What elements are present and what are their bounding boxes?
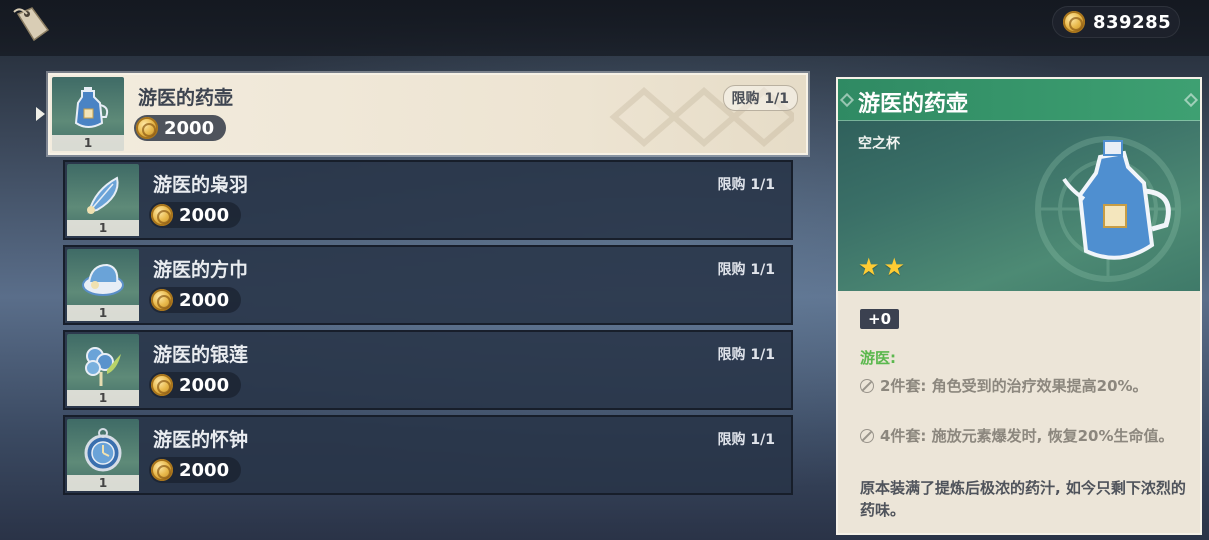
- pot-icon: [1062, 140, 1171, 260]
- mora-coin-icon: [151, 204, 173, 226]
- mora-coin-icon: [151, 374, 173, 396]
- artifact-slot: 空之杯: [858, 136, 900, 152]
- level-badge: +0: [860, 309, 900, 329]
- shop-item-flower[interactable]: 1 游医的银莲 2000 限购 1/1: [63, 330, 793, 410]
- item-price: 2000: [134, 115, 227, 141]
- top-bar: 839285: [0, 0, 1209, 56]
- purchase-limit-badge: 限购 1/1: [722, 85, 798, 111]
- item-name: 游医的银莲: [153, 344, 249, 366]
- pocket-watch-icon: [84, 428, 122, 472]
- shop-item-pot[interactable]: 1 游医的药壶 2000 限购 1/1: [48, 73, 808, 155]
- item-count: 1: [67, 305, 139, 321]
- shop-item-pocket-watch[interactable]: 1 游医的怀钟 2000 限购 1/1: [63, 415, 793, 495]
- mora-amount: 839285: [1093, 11, 1172, 33]
- pot-icon: [74, 87, 109, 128]
- shop-item-feather[interactable]: 1 游医的枭羽 2000 限购 1/1: [63, 160, 793, 240]
- shop-item-hat[interactable]: 1 游医的方巾 2000 限购 1/1: [63, 245, 793, 325]
- price-value: 2000: [179, 459, 230, 481]
- item-body: 游医的银莲 2000 限购 1/1: [139, 332, 791, 408]
- item-thumbnail: 1: [67, 164, 139, 236]
- item-detail-panel: 游医的药壶 空之杯 ★ ★ +0 游医: 2件套: 角色受到的治疗效果提高20%…: [836, 77, 1202, 535]
- detail-header: 游医的药壶 空之杯 ★ ★: [838, 79, 1200, 291]
- item-name: 游医的枭羽: [153, 174, 249, 196]
- mora-coin-icon: [1063, 11, 1085, 33]
- item-count: 1: [67, 390, 139, 406]
- item-body: 游医的药壶 2000 限购 1/1: [124, 75, 806, 153]
- purchase-limit-badge: 限购 1/1: [717, 432, 775, 448]
- price-value: 2000: [179, 289, 230, 311]
- hat-icon: [82, 263, 124, 296]
- item-price: 2000: [149, 287, 242, 313]
- set-bonus-2: 2件套: 角色受到的治疗效果提高20%。: [860, 375, 1190, 398]
- set-bonus-4: 4件套: 施放元素爆发时, 恢复20%生命值。: [860, 425, 1190, 448]
- item-name: 游医的方巾: [153, 259, 249, 281]
- item-price: 2000: [149, 202, 242, 228]
- set-bonus-text: 2件套: 角色受到的治疗效果提高20%。: [880, 377, 1148, 395]
- item-count: 1: [67, 475, 139, 491]
- detail-title-bar: 游医的药壶: [838, 79, 1200, 121]
- item-thumbnail: 1: [67, 249, 139, 321]
- mora-coin-icon: [136, 117, 158, 139]
- item-count: 1: [52, 135, 124, 151]
- item-name: 游医的怀钟: [153, 429, 249, 451]
- detail-title: 游医的药壶: [858, 92, 969, 117]
- mora-balance: 839285: [1052, 6, 1180, 38]
- item-thumbnail: 1: [67, 334, 139, 406]
- item-body: 游医的怀钟 2000 限购 1/1: [139, 417, 791, 493]
- set-bonus-text: 4件套: 施放元素爆发时, 恢复20%生命值。: [880, 427, 1174, 445]
- feather-icon: [87, 176, 119, 214]
- item-body: 游医的方巾 2000 限购 1/1: [139, 247, 791, 323]
- mora-coin-icon: [151, 289, 173, 311]
- purchase-limit-badge: 限购 1/1: [717, 347, 775, 363]
- flower-icon: [85, 347, 121, 386]
- item-body: 游医的枭羽 2000 限购 1/1: [139, 162, 791, 238]
- set-name: 游医:: [860, 349, 896, 367]
- inactive-icon: [860, 379, 874, 393]
- inactive-icon: [860, 429, 874, 443]
- ornament-icon: [1183, 92, 1199, 108]
- item-thumbnail: 1: [67, 419, 139, 491]
- purchase-limit-badge: 限购 1/1: [717, 177, 775, 193]
- mora-coin-icon: [151, 459, 173, 481]
- ornament-icon: [839, 92, 855, 108]
- rarity-stars: ★ ★: [858, 255, 905, 279]
- price-value: 2000: [179, 374, 230, 396]
- price-value: 2000: [179, 204, 230, 226]
- selected-arrow-icon: [36, 107, 45, 121]
- item-thumbnail: 1: [52, 77, 124, 151]
- purchase-limit-badge: 限购 1/1: [717, 262, 775, 278]
- price-value: 2000: [164, 117, 215, 139]
- item-count: 1: [67, 220, 139, 236]
- item-price: 2000: [149, 457, 242, 483]
- star-icon: ★: [858, 253, 880, 281]
- price-tag-icon[interactable]: [10, 4, 54, 44]
- star-icon: ★: [883, 253, 906, 281]
- item-price: 2000: [149, 372, 242, 398]
- item-name: 游医的药壶: [138, 87, 234, 109]
- item-description: 原本装满了提炼后极浓的药汁, 如今只剩下浓烈的药味。: [860, 479, 1186, 519]
